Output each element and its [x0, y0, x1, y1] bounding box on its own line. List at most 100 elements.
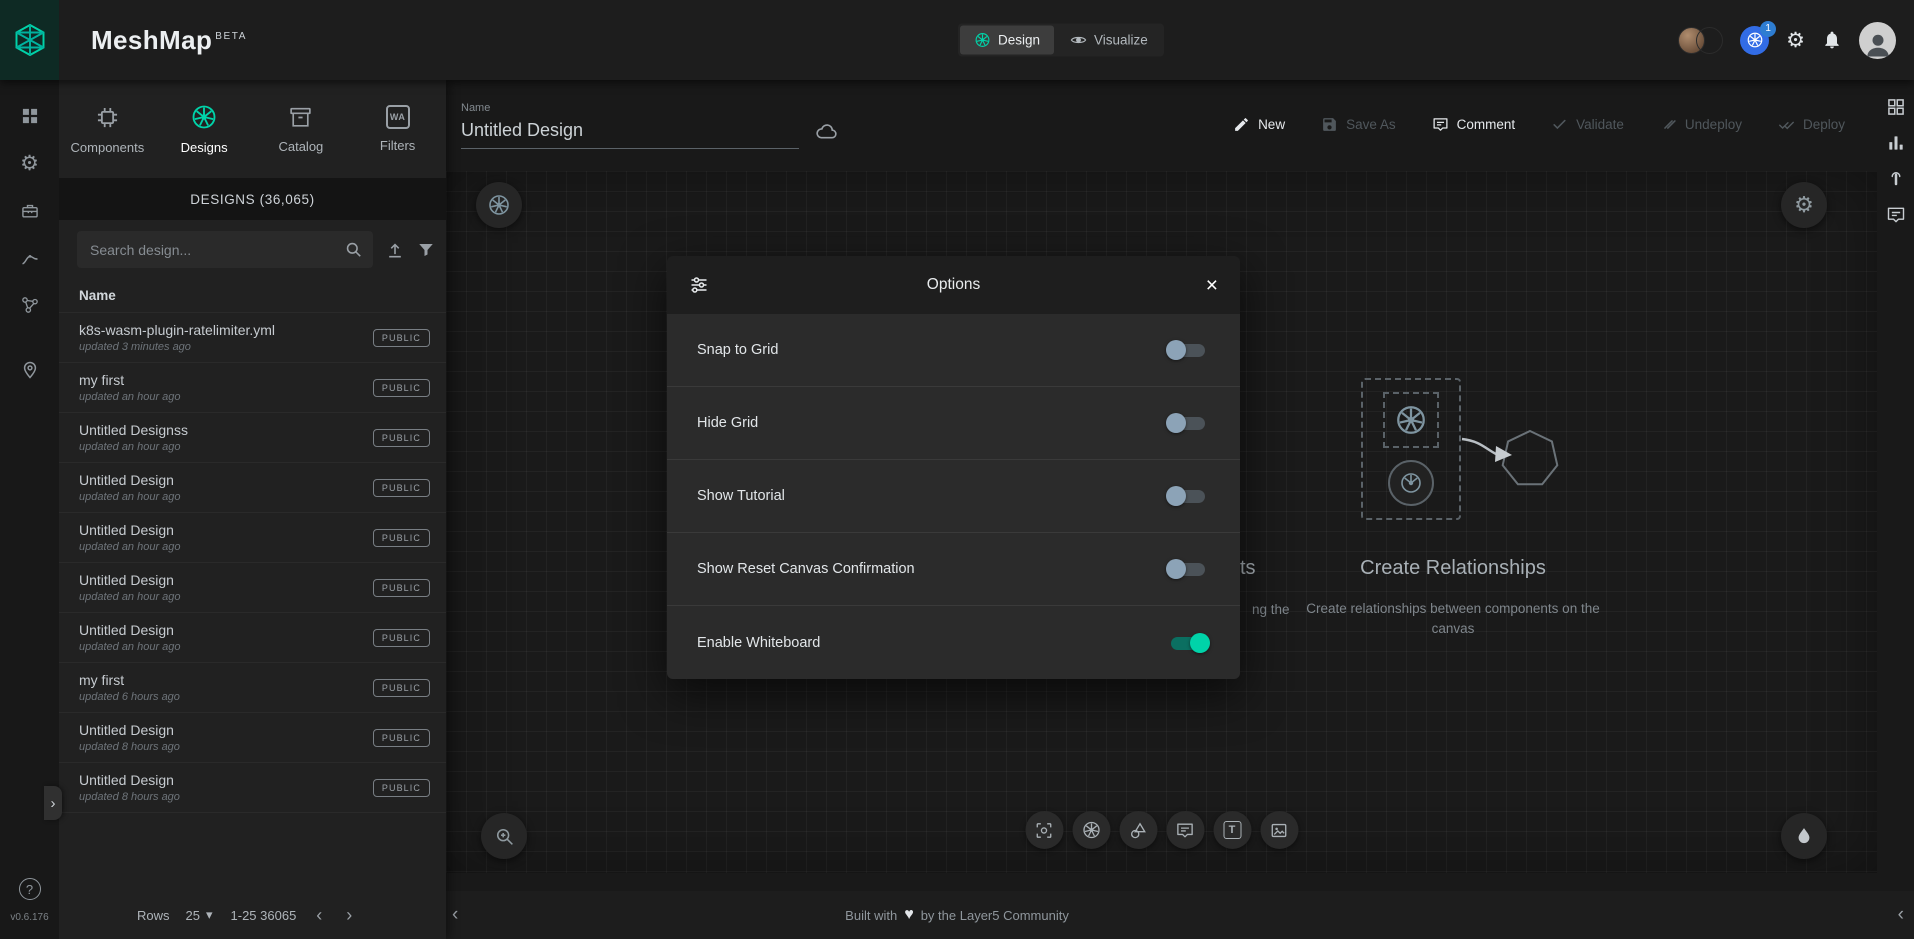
- heart-icon: ♥: [904, 906, 914, 924]
- user-avatar[interactable]: [1859, 22, 1896, 59]
- settings-gear-button[interactable]: ⚙: [1786, 30, 1805, 51]
- pod-component-icon: [1388, 460, 1434, 506]
- chevron-left-icon: ‹: [1898, 904, 1904, 926]
- user-avatar-icon: [1863, 29, 1893, 59]
- filter-funnel-icon[interactable]: [417, 241, 435, 259]
- relationship-demo-components: [1361, 378, 1461, 520]
- design-row[interactable]: k8s-wasm-plugin-ratelimiter.ymlupdated 3…: [59, 313, 446, 363]
- panel-tabs: Components Designs Catalog WA F: [59, 80, 446, 178]
- text-tool-icon: T: [1223, 821, 1241, 839]
- ink-droplet-button[interactable]: [1781, 813, 1827, 859]
- text-tool[interactable]: T: [1213, 811, 1251, 849]
- design-row[interactable]: Untitled Designupdated 8 hours ago PUBLI…: [59, 763, 446, 813]
- designs-count-header: DESIGNS (36,065): [59, 178, 446, 220]
- visibility-badge: PUBLIC: [373, 379, 430, 397]
- tab-catalog[interactable]: Catalog: [253, 80, 350, 178]
- hide-grid-toggle[interactable]: [1166, 412, 1210, 434]
- search-input[interactable]: [90, 242, 344, 258]
- header-right-cluster: 1 ⚙: [1678, 0, 1896, 80]
- show-tutorial-toggle[interactable]: [1166, 485, 1210, 507]
- snap-to-grid-toggle[interactable]: [1166, 339, 1210, 361]
- kubernetes-context-button[interactable]: 1: [1740, 26, 1769, 55]
- relationship-arrow-illustration: [1458, 401, 1588, 511]
- collapse-dock-button[interactable]: ‹: [1898, 891, 1904, 939]
- meshmap-logo-icon: [12, 20, 48, 60]
- gear-icon: ⚙: [1786, 29, 1805, 52]
- scan-region-tool[interactable]: [1025, 811, 1063, 849]
- kubernetes-tool[interactable]: [1072, 811, 1110, 849]
- design-row[interactable]: Untitled Designssupdated an hour ago PUB…: [59, 413, 446, 463]
- gear-icon: ⚙: [1794, 192, 1814, 218]
- visibility-badge: PUBLIC: [373, 629, 430, 647]
- visibility-badge: PUBLIC: [373, 729, 430, 747]
- media-tool[interactable]: [1260, 811, 1298, 849]
- meshmap-app: MeshMapBETA Design Visualize: [0, 0, 1914, 939]
- tab-designs[interactable]: Designs: [156, 80, 253, 178]
- tab-filters[interactable]: WA Filters: [349, 80, 446, 178]
- design-mode-button[interactable]: Design: [960, 26, 1054, 55]
- visualize-eye-icon: [1070, 32, 1087, 49]
- search-box: [77, 231, 373, 268]
- design-actions: New Save As Comment Validate: [1233, 116, 1845, 133]
- connections-icon[interactable]: [20, 295, 40, 315]
- shapes-tool[interactable]: [1119, 811, 1157, 849]
- shapes-icon: [1129, 821, 1148, 840]
- zoom-in-icon: [494, 826, 515, 847]
- notifications-button[interactable]: [1822, 30, 1842, 50]
- performance-curve-icon[interactable]: [20, 248, 40, 268]
- toolbox-icon[interactable]: [20, 201, 40, 221]
- design-name-input[interactable]: [461, 117, 799, 149]
- collaborator-avatar[interactable]: [1696, 27, 1723, 54]
- clipped-subtitle-fragment: ng the: [1252, 602, 1290, 617]
- panel-expander-button[interactable]: ›: [44, 786, 62, 820]
- search-icon[interactable]: [344, 240, 363, 259]
- design-row[interactable]: Untitled Designupdated an hour ago PUBLI…: [59, 563, 446, 613]
- design-row[interactable]: my firstupdated an hour ago PUBLIC: [59, 363, 446, 413]
- grid-view-icon[interactable]: [1886, 97, 1906, 117]
- dashboard-icon[interactable]: [20, 106, 40, 126]
- environment-pin-icon[interactable]: [20, 360, 40, 380]
- tap-gesture-icon[interactable]: [1886, 169, 1906, 189]
- comment-button[interactable]: Comment: [1432, 116, 1516, 133]
- comment-tool[interactable]: [1166, 811, 1204, 849]
- name-column-header[interactable]: Name: [59, 277, 446, 312]
- chevron-left-icon: ‹: [316, 905, 322, 925]
- visibility-badge: PUBLIC: [373, 779, 430, 797]
- kubernetes-source-button[interactable]: [476, 182, 522, 228]
- meshmap-logo[interactable]: [0, 0, 59, 80]
- design-row[interactable]: my firstupdated 6 hours ago PUBLIC: [59, 663, 446, 713]
- rows-per-page-select[interactable]: 25 ▾: [186, 907, 213, 923]
- help-button[interactable]: ?: [19, 878, 41, 900]
- design-canvas[interactable]: ⚙: [446, 171, 1877, 873]
- design-list: k8s-wasm-plugin-ratelimiter.ymlupdated 3…: [59, 312, 446, 813]
- options-sliders-icon: [689, 275, 717, 295]
- lifecycle-gear-icon[interactable]: ⚙: [20, 153, 39, 174]
- design-row[interactable]: Untitled Designupdated an hour ago PUBLI…: [59, 463, 446, 513]
- publish-upload-icon[interactable]: [385, 240, 405, 260]
- design-row[interactable]: Untitled Designupdated an hour ago PUBLI…: [59, 513, 446, 563]
- enable-whiteboard-toggle[interactable]: [1166, 632, 1210, 654]
- deploy-double-check-icon: [1778, 116, 1795, 133]
- next-page-button[interactable]: ›: [342, 905, 356, 926]
- design-row[interactable]: Untitled Designupdated an hour ago PUBLI…: [59, 613, 446, 663]
- option-row-hide-grid: Hide Grid: [667, 387, 1240, 460]
- previous-page-button[interactable]: ‹: [312, 905, 326, 926]
- tab-components[interactable]: Components: [59, 80, 156, 178]
- comment-bubble-icon: [1432, 116, 1449, 133]
- new-button[interactable]: New: [1233, 116, 1285, 133]
- design-row[interactable]: Untitled Designupdated 8 hours ago PUBLI…: [59, 713, 446, 763]
- catalog-archive-icon: [288, 105, 313, 130]
- close-modal-button[interactable]: ×: [1190, 275, 1218, 296]
- comment-bubble-icon[interactable]: [1886, 205, 1906, 225]
- chevron-left-icon: ‹: [452, 904, 458, 926]
- design-mode-icon: [974, 32, 991, 49]
- visualize-mode-button[interactable]: Visualize: [1056, 26, 1162, 55]
- zoom-in-button[interactable]: [481, 813, 527, 859]
- design-header: Name New Save As: [446, 80, 1877, 171]
- app-version: v0.6.176: [10, 912, 48, 923]
- reset-canvas-confirmation-toggle[interactable]: [1166, 558, 1210, 580]
- search-row: [59, 220, 446, 277]
- collapse-panel-button[interactable]: ‹: [452, 891, 458, 939]
- canvas-options-button[interactable]: ⚙: [1781, 182, 1827, 228]
- analytics-chart-icon[interactable]: [1886, 133, 1906, 153]
